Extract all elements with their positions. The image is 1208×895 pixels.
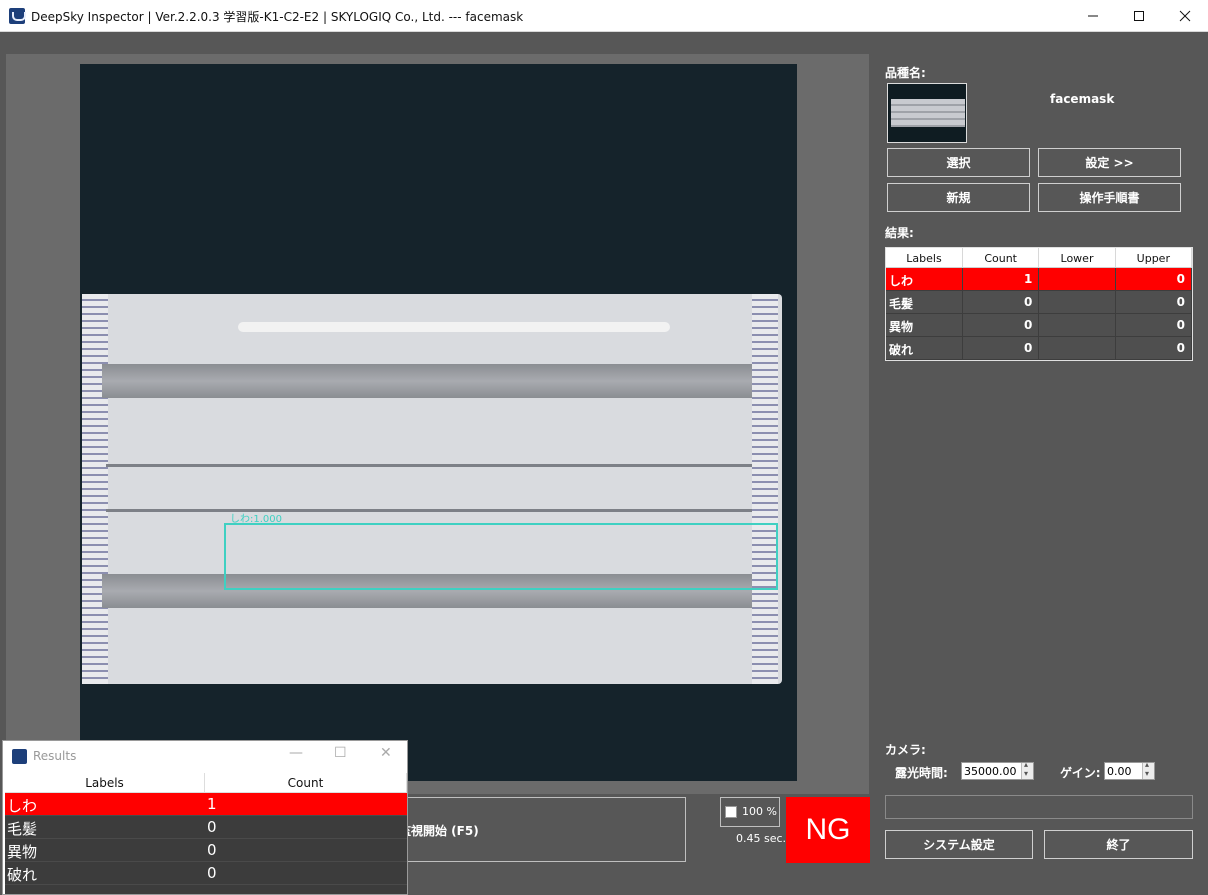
table-row[interactable]: 異物 0 0 bbox=[886, 314, 1192, 337]
window-title: DeepSky Inspector | Ver.2.2.0.3 学習版-K1-C… bbox=[31, 10, 524, 24]
select-button[interactable]: 選択 bbox=[887, 148, 1030, 177]
table-row[interactable]: 毛髪 0 0 bbox=[886, 291, 1192, 314]
start-monitoring-button[interactable]: 監視開始 (F5) bbox=[378, 797, 686, 862]
results-window-title: Results bbox=[33, 749, 77, 763]
minimize-button[interactable] bbox=[1070, 0, 1116, 31]
detection-box bbox=[224, 523, 778, 590]
table-row[interactable]: 異物 0 bbox=[5, 839, 407, 862]
close-icon[interactable]: ✕ bbox=[380, 745, 392, 761]
results-table: Labels Count しわ 1 毛髪 0 異物 0 破れ 0 bbox=[5, 773, 407, 894]
table-row[interactable]: 毛髪 0 bbox=[5, 816, 407, 839]
gain-spinner[interactable] bbox=[1142, 760, 1154, 779]
system-settings-button[interactable]: システム設定 bbox=[885, 830, 1033, 859]
product-thumbnail bbox=[887, 83, 967, 143]
maximize-icon bbox=[1134, 10, 1144, 21]
maximize-icon[interactable]: ☐ bbox=[334, 745, 347, 761]
result-label: 結果: bbox=[885, 226, 914, 240]
exposure-spinner[interactable] bbox=[1021, 760, 1033, 779]
settings-button[interactable]: 設定 >> bbox=[1038, 148, 1181, 177]
face-mask-image bbox=[82, 294, 782, 684]
table-row[interactable]: しわ 1 bbox=[5, 793, 407, 816]
minimize-icon bbox=[1088, 15, 1098, 16]
minimize-icon[interactable]: — bbox=[289, 745, 303, 761]
result-table-header: Labels Count Lower Upper bbox=[886, 248, 1192, 268]
results-table-header: Labels Count bbox=[5, 773, 407, 793]
product-label: 品種名: bbox=[885, 66, 926, 80]
exposure-input[interactable]: 35000.00 bbox=[961, 760, 1034, 780]
product-name: facemask bbox=[1050, 92, 1115, 106]
app-icon bbox=[9, 8, 26, 24]
manual-button[interactable]: 操作手順書 bbox=[1038, 183, 1181, 212]
app-icon bbox=[12, 749, 27, 764]
maximize-button[interactable] bbox=[1116, 0, 1162, 31]
zoom-control[interactable]: 100 % bbox=[720, 797, 780, 827]
title-bar: DeepSky Inspector | Ver.2.2.0.3 学習版-K1-C… bbox=[0, 0, 1208, 32]
inspection-image[interactable]: しわ:1.000 bbox=[80, 64, 797, 781]
gain-input[interactable]: 0.00 bbox=[1104, 760, 1155, 780]
gain-label: ゲイン: bbox=[1060, 766, 1101, 780]
camera-label: カメラ: bbox=[885, 743, 926, 757]
table-row[interactable]: 破れ 0 0 bbox=[886, 337, 1192, 360]
result-table: Labels Count Lower Upper しわ 1 0 毛髪 0 0 異… bbox=[885, 247, 1193, 361]
progress-bar bbox=[885, 795, 1193, 819]
table-row[interactable]: しわ 1 0 bbox=[886, 268, 1192, 291]
exposure-label: 露光時間: bbox=[895, 766, 948, 780]
elapsed-time: 0.45 sec. bbox=[736, 832, 787, 845]
zoom-checkbox[interactable] bbox=[725, 806, 737, 818]
close-button[interactable] bbox=[1162, 0, 1208, 31]
exit-button[interactable]: 終了 bbox=[1044, 830, 1193, 859]
judgement-indicator: NG bbox=[786, 797, 870, 863]
close-icon bbox=[1179, 10, 1191, 21]
table-row[interactable]: 破れ 0 bbox=[5, 862, 407, 885]
new-button[interactable]: 新規 bbox=[887, 183, 1030, 212]
results-window: Results — ☐ ✕ Labels Count しわ 1 毛髪 0 異物 … bbox=[2, 740, 408, 895]
